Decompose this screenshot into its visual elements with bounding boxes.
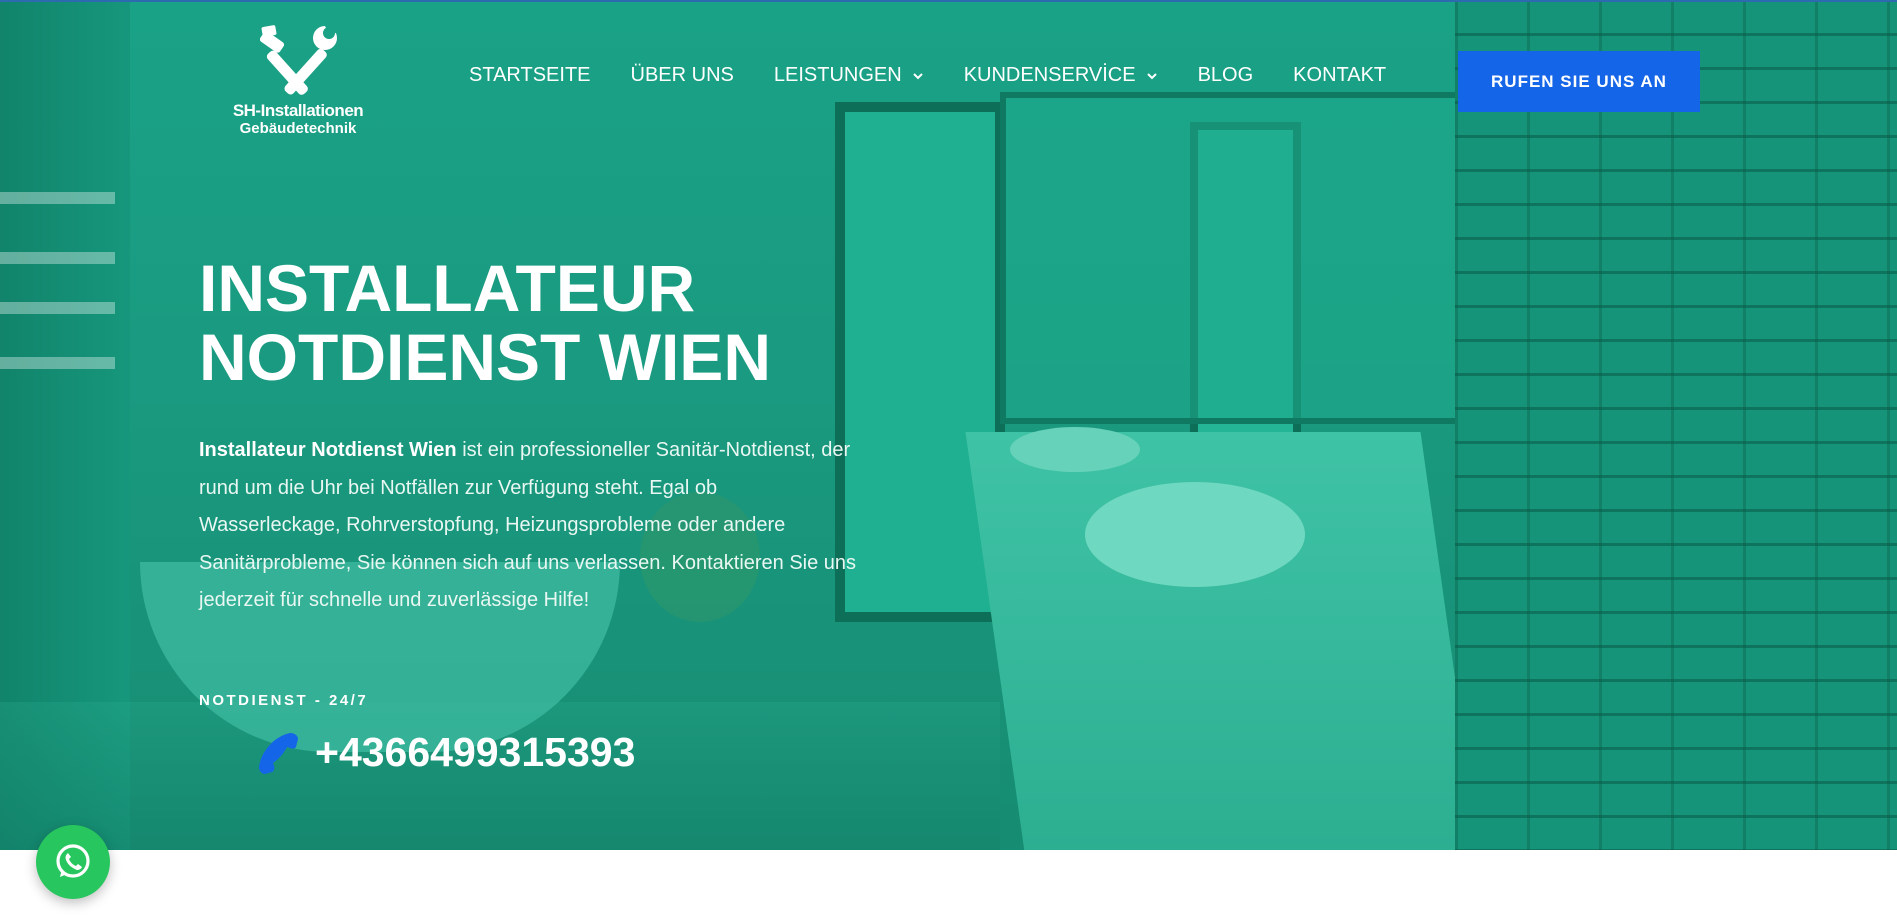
hero-section: SH-Installationen Gebäudetechnik STARTSE… <box>0 0 1897 850</box>
towel-rail <box>0 192 115 204</box>
background-brick-wall <box>1455 2 1897 850</box>
logo-text-secondary: Gebäudetechnik <box>239 120 357 137</box>
hero-description: Installateur Notdienst Wien ist ein prof… <box>199 432 859 620</box>
logo-text-primary: SH-Installationen <box>232 101 364 120</box>
description-highlight: Installateur Notdienst Wien <box>199 439 457 461</box>
nav-item-startseite[interactable]: STARTSEITE <box>469 64 591 87</box>
towel-rail <box>0 252 115 264</box>
description-text: ist ein professioneller Sanitär-Notdiens… <box>199 439 857 611</box>
background-vanity <box>965 432 1480 850</box>
main-navigation: STARTSEITE ÜBER UNS LEISTUNGEN KUNDENSER… <box>469 64 1426 87</box>
nav-item-label: BLOG <box>1197 64 1254 86</box>
nav-item-kundenservice[interactable]: KUNDENSERVİCE <box>964 64 1158 87</box>
nav-item-label: KONTAKT <box>1293 64 1387 86</box>
chevron-down-icon <box>1146 72 1157 79</box>
chevron-down-icon <box>912 72 923 79</box>
title-line-1: INSTALLATEUR <box>199 251 696 325</box>
nav-item-label: LEISTUNGEN <box>773 64 902 86</box>
nav-item-label: STARTSEITE <box>469 64 591 86</box>
nav-item-label: ÜBER UNS <box>630 64 734 86</box>
title-line-2: NOTDIENST WIEN <box>199 320 771 394</box>
background-floor <box>0 702 1000 850</box>
emergency-label: NOTDIENST - 24/7 <box>199 692 369 709</box>
wrench-and-pipe-wrench-icon <box>259 24 340 95</box>
background-basin <box>1010 427 1140 472</box>
background-basin <box>1085 482 1305 587</box>
background-wall-left <box>0 2 130 850</box>
towel-rail <box>0 302 115 314</box>
page-title: INSTALLATEUR NOTDIENST WIEN <box>199 254 899 392</box>
site-logo[interactable]: SH-Installationen Gebäudetechnik <box>228 24 368 139</box>
whatsapp-chat-button[interactable] <box>36 825 110 899</box>
nav-item-kontakt[interactable]: KONTAKT <box>1293 64 1386 87</box>
whatsapp-icon <box>56 844 90 878</box>
phone-icon <box>259 732 298 774</box>
nav-item-leistungen[interactable]: LEISTUNGEN <box>774 64 924 87</box>
call-us-button[interactable]: RUFEN SIE UNS AN <box>1458 51 1700 112</box>
phone-number: +4366499315393 <box>315 729 636 775</box>
background-mirror <box>1000 92 1462 424</box>
nav-item-blog[interactable]: BLOG <box>1198 64 1254 87</box>
towel-rail <box>0 357 115 369</box>
phone-link[interactable]: +4366499315393 <box>255 729 635 776</box>
nav-item-label: KUNDENSERVİCE <box>963 64 1136 86</box>
background-window <box>1190 122 1301 518</box>
nav-item-ueber-uns[interactable]: ÜBER UNS <box>631 64 734 87</box>
